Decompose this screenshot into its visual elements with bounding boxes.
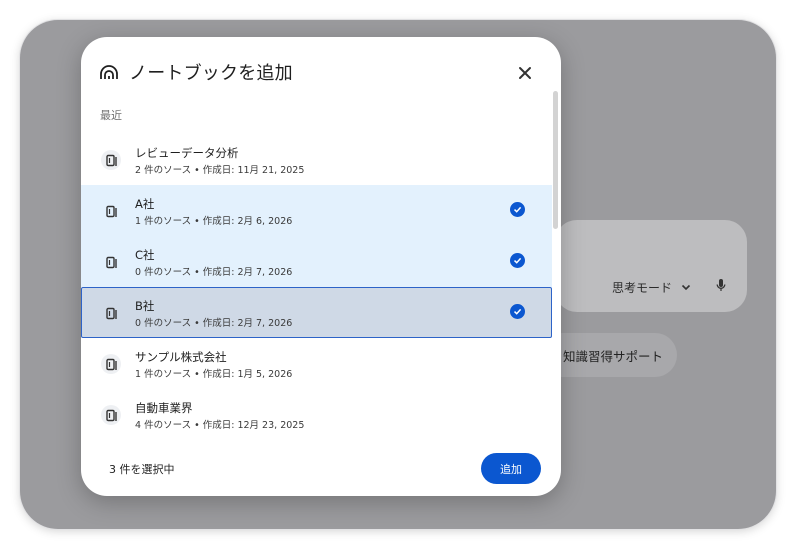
scrollbar[interactable]: [553, 91, 558, 229]
notebook-row-0[interactable]: レビューデータ分析 2 件のソース • 作成日: 11月 21, 2025: [81, 134, 552, 185]
notebook-title: A社: [135, 197, 155, 211]
notebook-stack-icon: [100, 65, 118, 79]
notebook-icon: [101, 252, 121, 272]
notebook-row-5[interactable]: 自動車業界 4 件のソース • 作成日: 12月 23, 2025: [81, 389, 552, 440]
notebook-icon: [101, 150, 121, 170]
notebook-meta: 0 件のソース • 作成日: 2月 7, 2026: [135, 318, 293, 329]
mode-label: 思考モード: [612, 280, 673, 295]
notebook-icon: [101, 201, 121, 221]
notebook-icon: [101, 405, 121, 425]
add-notebook-dialog: ノートブックを追加 最近 レビューデータ分析 2 件のソース • 作成日: 11…: [81, 37, 561, 496]
suggestion-chip-label: 知識習得サポート: [562, 348, 663, 364]
check-icon[interactable]: [510, 253, 525, 268]
close-icon: [519, 67, 531, 79]
notebook-meta: 1 件のソース • 作成日: 2月 6, 2026: [135, 216, 293, 227]
notebook-icon: [101, 354, 121, 374]
notebook-row-4[interactable]: サンプル株式会社 1 件のソース • 作成日: 1月 5, 2026: [81, 338, 552, 389]
notebook-row-3[interactable]: B社 0 件のソース • 作成日: 2月 7, 2026: [81, 287, 552, 338]
section-label-recent: 最近: [100, 109, 122, 122]
dialog-title: ノートブックを追加: [129, 63, 293, 84]
notebook-title: C社: [135, 248, 155, 262]
notebook-meta: 4 件のソース • 作成日: 12月 23, 2025: [135, 420, 305, 431]
dialog-header: ノートブックを追加: [81, 37, 561, 107]
prompt-box-background: [555, 220, 747, 312]
check-icon[interactable]: [510, 304, 525, 319]
notebook-row-2[interactable]: C社 0 件のソース • 作成日: 2月 7, 2026: [81, 236, 552, 287]
selected-count: 3 件を選択中: [109, 463, 175, 476]
mode-selector[interactable]: 思考モード: [612, 278, 692, 296]
chevron-down-icon: [681, 284, 691, 291]
notebook-row-1[interactable]: A社 1 件のソース • 作成日: 2月 6, 2026: [81, 185, 552, 236]
notebook-list: レビューデータ分析 2 件のソース • 作成日: 11月 21, 2025 A社…: [81, 134, 552, 440]
notebook-title: B社: [135, 299, 155, 313]
notebook-meta: 2 件のソース • 作成日: 11月 21, 2025: [135, 165, 305, 176]
microphone-icon[interactable]: [714, 278, 728, 292]
check-icon[interactable]: [510, 202, 525, 217]
notebook-title: 自動車業界: [135, 401, 193, 415]
close-button[interactable]: [513, 61, 537, 85]
add-button[interactable]: 追加: [481, 453, 541, 484]
notebook-title: レビューデータ分析: [135, 146, 239, 160]
notebook-icon: [101, 303, 121, 323]
notebook-title: サンプル株式会社: [135, 350, 227, 364]
notebook-meta: 1 件のソース • 作成日: 1月 5, 2026: [135, 369, 293, 380]
notebook-meta: 0 件のソース • 作成日: 2月 7, 2026: [135, 267, 293, 278]
